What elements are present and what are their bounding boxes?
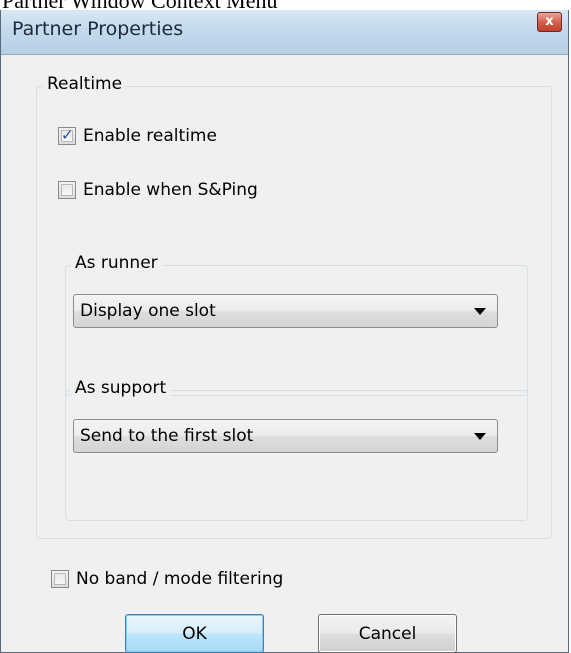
no-band-filtering-checkbox[interactable] (51, 570, 69, 588)
as-support-group (65, 390, 528, 521)
as-runner-group-label: As runner (71, 253, 162, 273)
dialog-body: Realtime ✓ Enable realtime Enable when S… (7, 55, 562, 653)
enable-when-sping-checkbox[interactable] (58, 181, 76, 199)
window-title: Partner Properties (12, 18, 184, 40)
close-icon: x (545, 14, 554, 29)
as-runner-selected-value: Display one slot (80, 301, 216, 321)
partner-properties-dialog: Partner Properties x Realtime ✓ Enable r… (0, 10, 569, 653)
as-runner-group (65, 265, 528, 396)
enable-when-sping-row[interactable]: Enable when S&Ping (58, 180, 258, 200)
realtime-group-label: Realtime (43, 74, 127, 94)
checkmark-icon: ✓ (61, 126, 74, 144)
enable-realtime-row[interactable]: ✓ Enable realtime (58, 126, 217, 146)
no-band-filtering-label: No band / mode filtering (76, 569, 284, 589)
ok-button[interactable]: OK (125, 614, 264, 653)
enable-when-sping-label: Enable when S&Ping (83, 180, 258, 200)
dropdown-arrow-icon (474, 433, 486, 440)
title-bar[interactable]: Partner Properties x (1, 10, 568, 55)
as-support-selected-value: Send to the first slot (80, 426, 254, 446)
no-band-filtering-row[interactable]: No band / mode filtering (51, 569, 283, 589)
close-button[interactable]: x (537, 12, 562, 32)
as-support-group-label: As support (71, 378, 171, 398)
enable-realtime-label: Enable realtime (83, 126, 217, 146)
enable-realtime-checkbox[interactable]: ✓ (58, 126, 76, 145)
cancel-button[interactable]: Cancel (318, 614, 457, 653)
as-support-dropdown[interactable]: Send to the first slot (73, 419, 498, 453)
as-runner-dropdown[interactable]: Display one slot (73, 294, 498, 328)
dropdown-arrow-icon (474, 308, 486, 315)
